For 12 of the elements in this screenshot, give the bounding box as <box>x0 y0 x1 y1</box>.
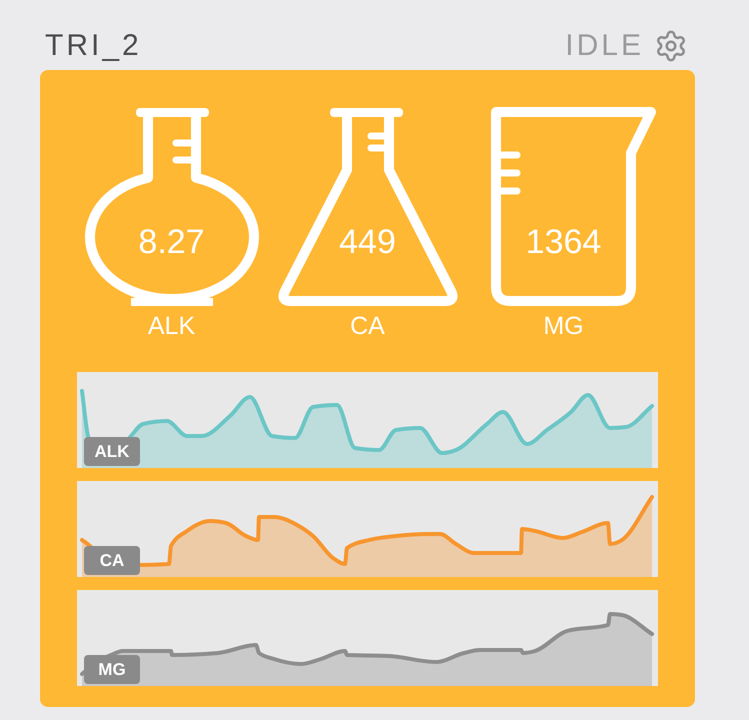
series-label: CA <box>84 546 140 575</box>
status-text: IDLE <box>565 31 644 61</box>
settings-icon[interactable] <box>654 29 688 63</box>
vessel-label: MG <box>543 311 584 341</box>
vessel-reading: 1364 <box>526 225 602 259</box>
vessel-reading: 449 <box>339 225 396 259</box>
series-label: ALK <box>84 437 140 466</box>
vessel-reading: 8.27 <box>138 225 205 259</box>
vessel-label: ALK <box>148 311 196 341</box>
vessel-label: CA <box>350 311 385 341</box>
device-title: TRI_2 <box>45 31 142 61</box>
series-label: MG <box>84 655 140 684</box>
